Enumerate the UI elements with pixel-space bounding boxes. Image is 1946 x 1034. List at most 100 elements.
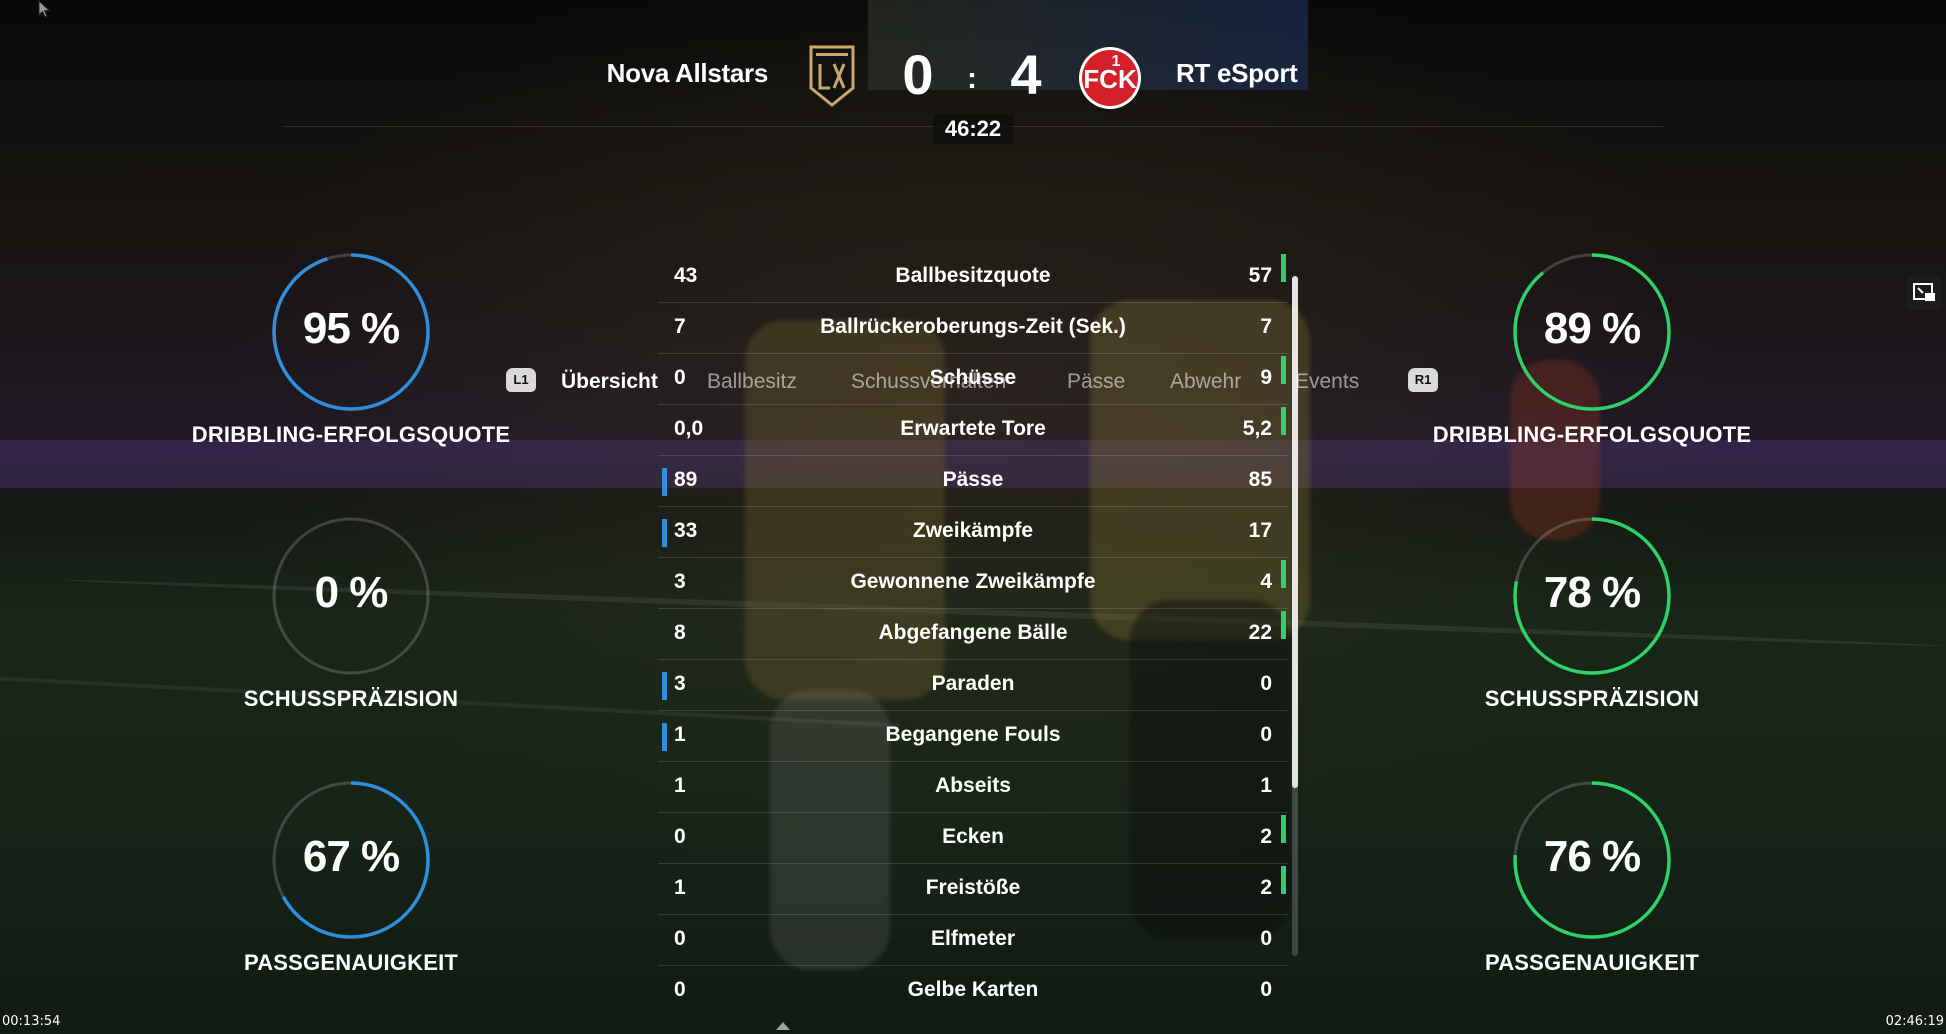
away-leader-marker [1281, 254, 1286, 282]
scoreboard: Nova Allstars 0 : 4 FCK 1 RT eSport 46:2… [0, 0, 1946, 144]
away-stat-value: 17 [1248, 519, 1272, 542]
home-stat-value: 1 [674, 723, 686, 746]
video-elapsed-time: 00:13:54 [2, 1014, 61, 1029]
ring-value: 76 % [1543, 832, 1641, 881]
picture-in-picture-icon [1913, 283, 1935, 301]
progress-ring: 0 % [271, 516, 431, 676]
home-leader-marker [662, 723, 667, 751]
stat-row: 0,0 Erwartete Tore 5,2 [658, 405, 1288, 456]
expand-caret-icon[interactable] [776, 1022, 790, 1030]
ring-label: PASSGENAUIGKEIT [1484, 950, 1700, 975]
away-stat-value: 22 [1248, 621, 1272, 644]
stat-name: Abseits [935, 774, 1011, 797]
stat-row: 89 Pässe 85 [658, 456, 1288, 507]
away-stat-value: 9 [1260, 366, 1272, 389]
away-stat-value: 5,2 [1242, 417, 1272, 440]
home-team-name: Nova Allstars [606, 58, 769, 88]
home-stat-value: 43 [674, 264, 698, 287]
lafc-crest-icon [809, 45, 855, 107]
away-leader-marker [1281, 356, 1286, 384]
stat-row: 0 Ecken 2 [658, 813, 1288, 864]
ring-value: 95 % [302, 304, 400, 353]
away-stat-value: 0 [1260, 672, 1272, 695]
tab-events[interactable]: Events [1295, 370, 1359, 394]
scrollbar-thumb[interactable] [1292, 276, 1298, 788]
tab-overview[interactable]: Übersicht [561, 370, 658, 394]
progress-ring: 89 % [1512, 252, 1672, 412]
fck-crest-icon: FCK 1 [1079, 47, 1141, 109]
stat-row: 3 Gewonnene Zweikämpfe 4 [658, 558, 1288, 609]
away-stat-value: 2 [1260, 876, 1272, 899]
home-leader-marker [662, 519, 667, 547]
away-shot-accuracy-stat: 78 % SCHUSSPRÄZISION [1422, 516, 1762, 712]
stat-row: 33 Zweikämpfe 17 [658, 507, 1288, 558]
stat-name: Abgefangene Bälle [878, 621, 1068, 644]
stats-tab-bar: L1 Übersicht Ballbesitz Schussverhalten … [0, 182, 1946, 393]
home-stat-value: 33 [674, 519, 698, 542]
ring-value: 67 % [302, 832, 400, 881]
stat-row: 0 Gelbe Karten 0 [658, 966, 1288, 1016]
away-leader-marker [1281, 407, 1286, 435]
progress-ring: 76 % [1512, 780, 1672, 940]
home-dribbling-stat: 95 % DRIBBLING-ERFOLGSQUOTE [181, 252, 521, 448]
away-score: 4 [1010, 43, 1042, 106]
stat-name: Elfmeter [930, 927, 1016, 950]
stat-row: 3 Paraden 0 [658, 660, 1288, 711]
video-duration: 02:46:19 [1885, 1014, 1944, 1029]
home-stat-value: 0 [674, 366, 686, 389]
home-stat-value: 1 [674, 774, 686, 797]
away-stat-value: 1 [1260, 774, 1272, 797]
ring-label: SCHUSSPRÄZISION [243, 686, 459, 711]
progress-ring: 95 % [271, 252, 431, 412]
home-pass-accuracy-stat: 67 % PASSGENAUIGKEIT [181, 780, 521, 976]
stat-row: 1 Begangene Fouls 0 [658, 711, 1288, 762]
away-team-name: RT eSport [1176, 58, 1298, 88]
stats-scrollbar[interactable] [1292, 276, 1298, 956]
stat-row: 8 Abgefangene Bälle 22 [658, 609, 1288, 660]
stat-name: Pässe [942, 468, 1004, 491]
home-shot-accuracy-stat: 0 % SCHUSSPRÄZISION [181, 516, 521, 712]
stat-row: 0 Schüsse 9 [658, 354, 1288, 405]
picture-in-picture-button[interactable] [1906, 276, 1942, 310]
ring-label: DRIBBLING-ERFOLGSQUOTE [191, 422, 511, 447]
progress-ring: 78 % [1512, 516, 1672, 676]
stat-name: Ballbesitzquote [895, 264, 1051, 287]
away-pass-accuracy-stat: 76 % PASSGENAUIGKEIT [1422, 780, 1762, 976]
home-score: 0 [902, 43, 934, 106]
ring-label: SCHUSSPRÄZISION [1484, 686, 1700, 711]
ring-label: DRIBBLING-ERFOLGSQUOTE [1432, 422, 1752, 447]
away-stat-value: 4 [1260, 570, 1272, 593]
home-stat-value: 0,0 [674, 417, 704, 440]
home-stat-value: 7 [674, 315, 686, 338]
stat-name: Schüsse [929, 366, 1017, 389]
away-stat-value: 57 [1248, 264, 1272, 287]
stat-row: 1 Freistöße 2 [658, 864, 1288, 915]
away-stat-value: 0 [1260, 978, 1272, 1001]
match-clock: 46:22 [933, 114, 1013, 144]
stat-name: Ecken [942, 825, 1004, 848]
away-leader-marker [1281, 560, 1286, 588]
home-stat-value: 1 [674, 876, 686, 899]
home-stat-value: 0 [674, 825, 686, 848]
stat-name: Paraden [931, 672, 1015, 695]
home-stat-value: 3 [674, 672, 686, 695]
ring-value: 78 % [1543, 568, 1641, 617]
home-stat-value: 8 [674, 621, 686, 644]
stat-row: 43 Ballbesitzquote 57 [658, 252, 1288, 303]
away-stat-value: 0 [1260, 723, 1272, 746]
stat-row: 7 Ballrückeroberungs-Zeit (Sek.) 7 [658, 303, 1288, 354]
home-stat-value: 0 [674, 927, 686, 950]
stat-name: Zweikämpfe [912, 519, 1034, 542]
home-stat-value: 89 [674, 468, 698, 491]
ring-value: 0 % [314, 568, 389, 617]
away-stat-value: 85 [1248, 468, 1272, 491]
away-leader-marker [1281, 866, 1286, 894]
home-leader-marker [662, 672, 667, 700]
stats-table: 43 Ballbesitzquote 57 7 Ballrückeroberungs-Z… [658, 252, 1288, 1016]
ring-value: 89 % [1543, 304, 1641, 353]
home-stat-value: 3 [674, 570, 686, 593]
progress-ring: 67 % [271, 780, 431, 940]
home-stat-value: 0 [674, 978, 686, 1001]
stat-row: 1 Abseits 1 [658, 762, 1288, 813]
away-stat-value: 0 [1260, 927, 1272, 950]
